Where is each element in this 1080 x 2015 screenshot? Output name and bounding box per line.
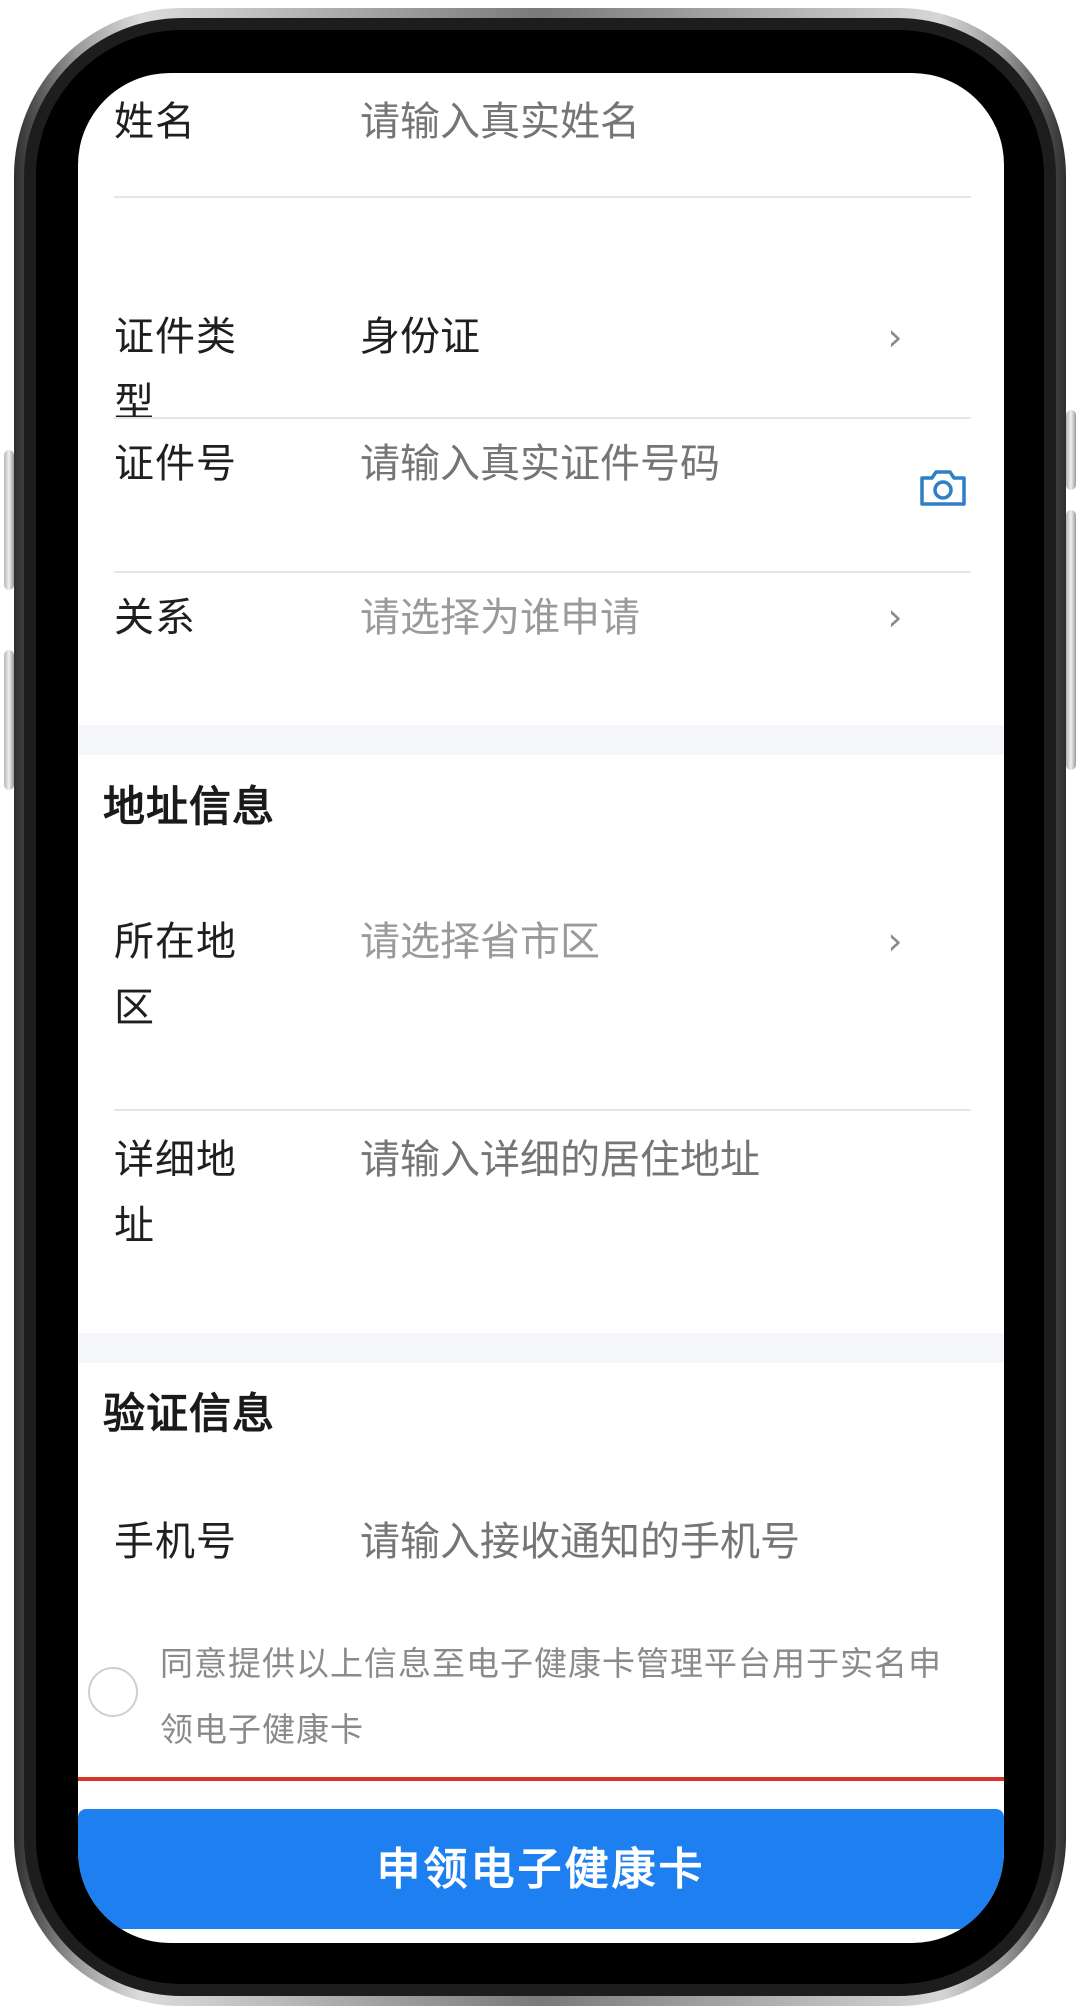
region-row[interactable]: 所在地区 请选择省市区 › bbox=[78, 893, 1004, 1108]
id-type-row[interactable]: 证件类型 身份证 › bbox=[78, 198, 1004, 426]
id-number-row[interactable]: 证件号 bbox=[78, 419, 1004, 573]
id-type-value: 身份证 bbox=[360, 314, 480, 360]
phone-input[interactable] bbox=[360, 1509, 920, 1575]
chevron-right-icon: › bbox=[887, 595, 903, 639]
app-screen: 姓名 证件类型 身份证 › 证件号 关系 请选择为谁申请 › 地址信息 所在地区… bbox=[78, 73, 1004, 1943]
phone-side-button bbox=[1066, 410, 1076, 490]
address-detail-input[interactable] bbox=[360, 1127, 920, 1193]
name-label: 姓名 bbox=[114, 99, 196, 145]
id-number-label: 证件号 bbox=[114, 441, 237, 487]
phone-side-button bbox=[1066, 510, 1076, 770]
phone-row[interactable]: 手机号 bbox=[78, 1493, 1004, 1613]
relation-select[interactable]: 请选择为谁申请 bbox=[360, 585, 640, 651]
verify-section-title: 验证信息 bbox=[103, 1389, 276, 1438]
highlight-line bbox=[78, 1777, 1004, 1781]
region-label: 所在地区 bbox=[114, 919, 237, 1031]
apply-health-card-button[interactable]: 申领电子健康卡 bbox=[78, 1809, 1004, 1929]
name-row[interactable]: 姓名 bbox=[78, 73, 1004, 198]
agreement-radio[interactable] bbox=[88, 1667, 138, 1717]
chevron-right-icon: › bbox=[887, 919, 903, 963]
agreement-text: 同意提供以上信息至电子健康卡管理平台用于实名申领电子健康卡 bbox=[160, 1644, 942, 1749]
id-number-input[interactable] bbox=[360, 431, 880, 497]
section-separator bbox=[78, 725, 1004, 755]
phone-side-button bbox=[4, 450, 14, 590]
address-section-title: 地址信息 bbox=[103, 782, 276, 831]
chevron-right-icon: › bbox=[887, 315, 903, 359]
region-select[interactable]: 请选择省市区 bbox=[360, 909, 600, 975]
name-input[interactable] bbox=[360, 89, 920, 155]
address-detail-label: 详细地址 bbox=[114, 1137, 237, 1249]
camera-icon[interactable] bbox=[918, 468, 968, 508]
relation-label: 关系 bbox=[114, 595, 196, 641]
agreement-row: 同意提供以上信息至电子健康卡管理平台用于实名申领电子健康卡 bbox=[88, 1631, 988, 1781]
phone-label: 手机号 bbox=[114, 1519, 237, 1565]
section-separator bbox=[78, 1333, 1004, 1363]
address-detail-row[interactable]: 详细地址 bbox=[78, 1111, 1004, 1331]
phone-side-button bbox=[4, 650, 14, 790]
relation-row[interactable]: 关系 请选择为谁申请 › bbox=[78, 573, 1004, 725]
